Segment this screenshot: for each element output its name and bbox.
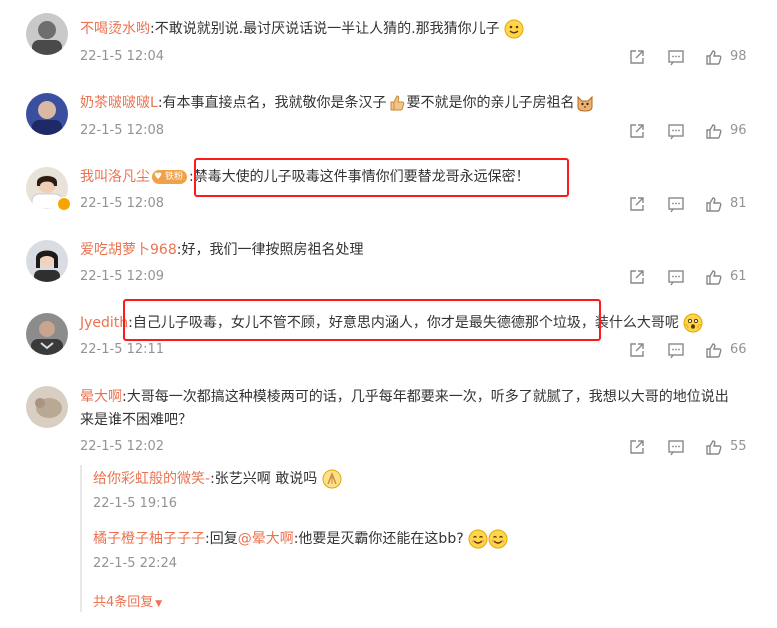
commenter-name[interactable]: 晕大啊	[80, 389, 122, 405]
reply-text: :张艺兴啊 敢说吗	[210, 471, 318, 487]
replier-name[interactable]: 给你彩虹般的微笑-	[93, 471, 210, 487]
thumbs-up-emoji-icon	[387, 93, 407, 113]
like-icon[interactable]	[705, 122, 723, 140]
comment-time: 22-1-5 12:04	[80, 49, 165, 64]
highlight-box	[194, 158, 569, 197]
like-count: 55	[730, 439, 747, 454]
comment-text-continued: 要不就是你的亲儿子房祖名	[406, 95, 575, 111]
reply-text: :他要是灭霸你还能在这bb?	[293, 531, 464, 547]
comment-text: :大哥每一次都搞这种模棱两可的话，几乎每年都要来一次，听多了就腻了，我想以大哥的…	[122, 389, 729, 405]
comment-text: :有本事直接点名，我就敬你是条汉子	[157, 95, 387, 111]
reply-word: :回复	[205, 531, 238, 547]
comment-time: 22-1-5 12:08	[80, 196, 165, 211]
share-icon[interactable]	[628, 438, 646, 456]
like-count: 81	[730, 196, 747, 211]
share-icon[interactable]	[628, 122, 646, 140]
comment-icon[interactable]	[667, 341, 685, 359]
smile-emoji-icon	[488, 529, 508, 549]
replier-name[interactable]: 橘子橙子柚子子子	[93, 531, 205, 547]
commenter-name[interactable]: 奶茶啵啵啵L	[80, 95, 158, 111]
like-icon[interactable]	[705, 341, 723, 359]
reply-thread: 给你彩虹般的微笑-:张艺兴啊 敢说吗 22-1-5 19:16 橘子橙子柚子子子…	[80, 465, 759, 612]
comment-icon[interactable]	[667, 48, 685, 66]
smile-emoji-icon	[468, 529, 488, 549]
comment-text: :好，我们一律按照房祖名处理	[176, 242, 364, 258]
smile-emoji-icon	[504, 19, 524, 39]
pray-emoji-icon	[322, 469, 342, 489]
avatar[interactable]	[26, 93, 68, 135]
fan-badge-label: 铁粉	[164, 172, 183, 182]
like-icon[interactable]	[705, 48, 723, 66]
verified-badge-icon	[57, 197, 71, 211]
avatar[interactable]	[26, 386, 68, 428]
mention-link[interactable]: @晕大啊	[238, 531, 294, 547]
scared-emoji-icon	[683, 313, 703, 333]
commenter-name[interactable]: 爱吃胡萝卜968	[80, 242, 177, 258]
more-replies-label: 共4条回复	[93, 595, 154, 610]
share-icon[interactable]	[628, 195, 646, 213]
comment-time: 22-1-5 12:08	[80, 123, 165, 138]
comment-time: 22-1-5 12:11	[80, 342, 165, 357]
commenter-name[interactable]: Jyedith	[80, 315, 128, 331]
like-count: 61	[730, 269, 747, 284]
comment-icon[interactable]	[667, 122, 685, 140]
like-count: 98	[730, 49, 747, 64]
reply-time: 22-1-5 19:16	[93, 496, 178, 511]
comment-time: 22-1-5 12:09	[80, 269, 165, 284]
share-icon[interactable]	[628, 341, 646, 359]
caret-down-icon: ▼	[155, 599, 163, 609]
cat-emoji-icon	[575, 93, 595, 113]
highlight-box	[123, 299, 601, 341]
comment-actions: 98	[620, 48, 760, 68]
like-icon[interactable]	[705, 195, 723, 213]
comment-actions: 55	[620, 438, 760, 458]
comment-list: 不喝烫水哟:不敢说就别说.最讨厌说话说一半让人猜的.那我猜你儿子 22-1-5 …	[0, 0, 777, 628]
commenter-name[interactable]: 不喝烫水哟	[80, 21, 150, 37]
commenter-name[interactable]: 我叫洛凡尘	[80, 169, 150, 185]
comment-actions: 66	[620, 341, 760, 361]
comment-icon[interactable]	[667, 195, 685, 213]
like-count: 96	[730, 123, 747, 138]
share-icon[interactable]	[628, 268, 646, 286]
like-icon[interactable]	[705, 268, 723, 286]
fan-badge: ♥ 铁粉	[152, 170, 187, 184]
like-count: 66	[730, 342, 747, 357]
avatar[interactable]	[26, 240, 68, 282]
comment-text: :不敢说就别说.最讨厌说话说一半让人猜的.那我猜你儿子	[150, 21, 500, 37]
comment-icon[interactable]	[667, 438, 685, 456]
comment-text-continued: 来是谁不困难吧？	[80, 412, 192, 428]
reply-time: 22-1-5 22:24	[93, 556, 178, 571]
like-icon[interactable]	[705, 438, 723, 456]
comment-icon[interactable]	[667, 268, 685, 286]
avatar[interactable]	[26, 13, 68, 55]
comment-actions: 96	[620, 122, 760, 142]
comment-actions: 81	[620, 195, 760, 215]
comment-time: 22-1-5 12:02	[80, 439, 165, 454]
comment-actions: 61	[620, 268, 760, 288]
avatar[interactable]	[26, 313, 68, 355]
more-replies-link[interactable]: 共4条回复 ▼	[93, 591, 162, 610]
share-icon[interactable]	[628, 48, 646, 66]
